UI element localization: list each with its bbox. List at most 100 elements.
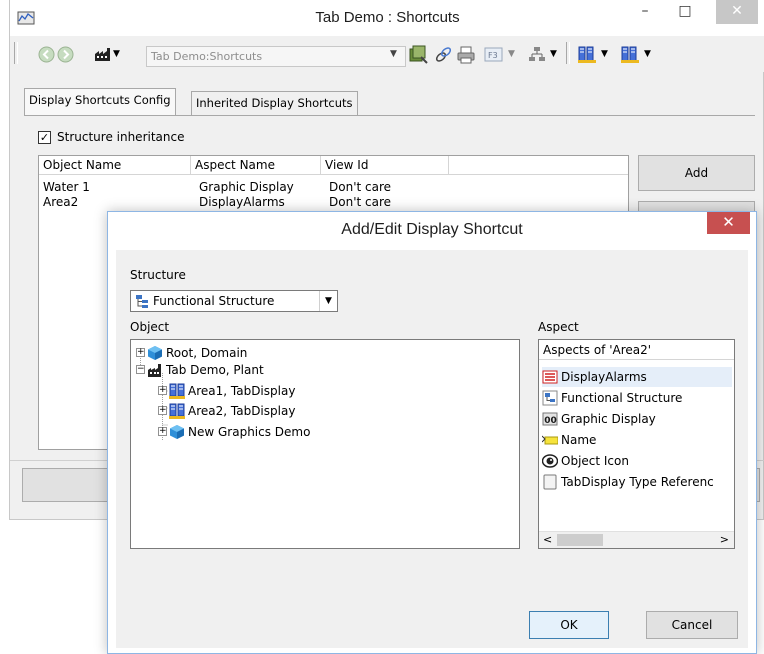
- toolbar-grip: [14, 42, 18, 64]
- cell-aspect-name: DisplayAlarms: [199, 195, 285, 209]
- chevron-down-icon[interactable]: ▼: [113, 49, 120, 59]
- address-dropdown-icon[interactable]: ▼: [390, 49, 397, 59]
- aspect-item-tabdisplay-type-reference[interactable]: TabDisplay Type Referenc: [542, 472, 714, 492]
- aspect-horizontal-scrollbar[interactable]: < >: [539, 531, 734, 548]
- cell-aspect-name: Graphic Display: [199, 180, 294, 194]
- object-tree[interactable]: + Root, Domain − Tab Demo, Plant + Area1…: [130, 339, 520, 549]
- structure-select-value: Functional Structure: [153, 294, 275, 308]
- forward-icon[interactable]: [57, 46, 74, 63]
- tree-node-tab-demo-plant[interactable]: − Tab Demo, Plant: [136, 361, 264, 378]
- cancel-button[interactable]: Cancel: [646, 611, 738, 639]
- function-dropdown-icon[interactable]: ▼: [508, 49, 515, 59]
- aspect-item-label: Name: [561, 433, 597, 447]
- expand-icon[interactable]: +: [158, 406, 167, 415]
- toolbar-separator: [566, 42, 570, 64]
- maximize-button[interactable]: □: [668, 0, 702, 24]
- tree-node-label: Tab Demo, Plant: [166, 362, 264, 377]
- link-icon[interactable]: [433, 45, 453, 65]
- aspect-item-label: DisplayAlarms: [561, 370, 647, 384]
- cell-object-name: Water 1: [43, 180, 90, 194]
- scroll-left-icon[interactable]: <: [543, 533, 552, 546]
- tree-node-label: Area1, TabDisplay: [188, 383, 296, 398]
- aspect-item-name[interactable]: Name: [542, 430, 596, 450]
- structure-select[interactable]: Functional Structure ▼: [130, 290, 338, 312]
- chevron-down-icon[interactable]: ▼: [319, 291, 337, 311]
- expand-icon[interactable]: +: [158, 386, 167, 395]
- main-titlebar: Tab Demo : Shortcuts – □ ✕: [10, 0, 764, 36]
- function-key-icon[interactable]: F3: [484, 46, 504, 64]
- footer-button-left[interactable]: [22, 468, 117, 502]
- structure-icon: [136, 295, 148, 308]
- tab-display-alt-icon[interactable]: [620, 44, 642, 64]
- list-row[interactable]: Area2 DisplayAlarms Don't care: [39, 195, 628, 210]
- aspect-item-display-alarms[interactable]: DisplayAlarms: [542, 367, 732, 387]
- close-button[interactable]: ✕: [716, 0, 758, 24]
- scroll-right-icon[interactable]: >: [720, 533, 729, 546]
- print-icon[interactable]: [456, 45, 476, 65]
- check-icon[interactable]: ✓: [38, 130, 51, 144]
- cell-object-name: Area2: [43, 195, 79, 209]
- graphic-display-icon: 00: [542, 412, 558, 426]
- scroll-thumb[interactable]: [557, 534, 603, 546]
- address-field[interactable]: Tab Demo:Shortcuts: [146, 46, 406, 67]
- collapse-icon[interactable]: −: [136, 365, 145, 374]
- document-icon: [543, 474, 557, 490]
- back-icon[interactable]: [38, 46, 55, 63]
- tree-node-label: Root, Domain: [166, 345, 248, 360]
- aspect-item-label: Functional Structure: [561, 391, 683, 405]
- structure-inheritance-checkbox[interactable]: ✓ Structure inheritance: [38, 130, 184, 144]
- tree-node-label: Area2, TabDisplay: [188, 403, 296, 418]
- tree-node-new-graphics-demo[interactable]: + New Graphics Demo: [158, 423, 310, 440]
- structure-label: Structure: [130, 268, 186, 282]
- column-header-view-id[interactable]: View Id: [321, 156, 449, 175]
- hierarchy-icon[interactable]: [527, 45, 547, 65]
- aspect-list[interactable]: Aspects of 'Area2' DisplayAlarms Functio…: [538, 339, 735, 549]
- tree-node-root-domain[interactable]: + Root, Domain: [136, 344, 247, 361]
- tree-node-area1[interactable]: + Area1, TabDisplay: [158, 382, 295, 399]
- ok-button[interactable]: OK: [529, 611, 609, 639]
- structure-icon: [542, 390, 558, 406]
- object-label: Object: [130, 320, 170, 334]
- dialog-body: Structure Functional Structure ▼ Object …: [116, 250, 748, 648]
- svg-text:00: 00: [544, 416, 557, 426]
- factory-icon[interactable]: [94, 46, 112, 63]
- aspect-item-functional-structure[interactable]: Functional Structure: [542, 388, 682, 408]
- svg-text:F3: F3: [488, 51, 498, 60]
- tab-display-alt-dropdown-icon[interactable]: ▼: [644, 49, 651, 59]
- expand-icon[interactable]: +: [136, 348, 145, 357]
- list-header: Object Name Aspect Name View Id: [39, 156, 628, 175]
- factory-icon: [148, 363, 161, 377]
- cell-view-id: Don't care: [329, 195, 392, 209]
- add-button[interactable]: Add: [638, 155, 755, 191]
- aspect-item-label: TabDisplay Type Referenc: [561, 475, 714, 489]
- minimize-button[interactable]: –: [628, 0, 662, 24]
- aspect-item-object-icon[interactable]: Object Icon: [542, 451, 629, 471]
- dialog-title: Add/Edit Display Shortcut: [341, 221, 523, 238]
- toolbar: ▼ Tab Demo:Shortcuts ▼ F3 ▼ ▼ ▼ ▼: [10, 36, 764, 72]
- hierarchy-dropdown-icon[interactable]: ▼: [550, 49, 557, 59]
- alarm-list-icon: [542, 370, 558, 384]
- aspect-label: Aspect: [538, 320, 579, 334]
- dialog-titlebar: Add/Edit Display Shortcut ✕: [108, 212, 756, 250]
- stack-icon[interactable]: [407, 45, 429, 65]
- list-row[interactable]: Water 1 Graphic Display Don't care: [39, 180, 628, 195]
- tab-inherited-display-shortcuts[interactable]: Inherited Display Shortcuts: [191, 91, 358, 115]
- add-edit-display-shortcut-dialog: Add/Edit Display Shortcut ✕ Structure Fu…: [107, 211, 757, 654]
- column-header-object-name[interactable]: Object Name: [39, 156, 191, 175]
- tree-node-area2[interactable]: + Area2, TabDisplay: [158, 402, 295, 419]
- cell-view-id: Don't care: [329, 180, 392, 194]
- tab-display-shortcuts-config[interactable]: Display Shortcuts Config: [24, 88, 176, 116]
- dialog-close-button[interactable]: ✕: [707, 212, 750, 234]
- aspect-item-graphic-display[interactable]: 00 Graphic Display: [542, 409, 656, 429]
- aspect-item-label: Object Icon: [561, 454, 629, 468]
- tab-display-dropdown-icon[interactable]: ▼: [601, 49, 608, 59]
- tab-display-icon[interactable]: [577, 44, 599, 64]
- structure-inheritance-label: Structure inheritance: [57, 130, 185, 144]
- column-header-aspect-name[interactable]: Aspect Name: [191, 156, 321, 175]
- tab-display-icon: [169, 403, 185, 419]
- expand-icon[interactable]: +: [158, 427, 167, 436]
- tree-node-label: New Graphics Demo: [188, 424, 311, 439]
- tab-display-icon: [169, 383, 185, 399]
- aspect-item-label: Graphic Display: [561, 412, 656, 426]
- name-tag-icon: [542, 435, 558, 445]
